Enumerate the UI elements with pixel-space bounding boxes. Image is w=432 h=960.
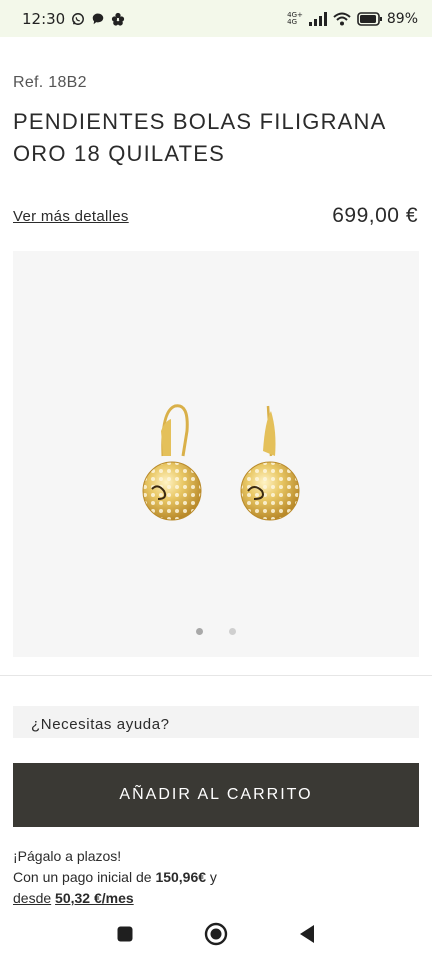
financing-initial-amount: 150,96€ (155, 869, 207, 885)
product-title: PENDIENTES BOLAS FILIGRANA ORO 18 QUILAT… (13, 109, 386, 166)
help-section[interactable]: ¿Necesitas ayuda? (13, 706, 419, 738)
back-triangle-icon[interactable] (298, 924, 316, 944)
financing-info: ¡Págalo a plazos! Con un pago inicial de… (13, 846, 419, 909)
status-bar: 12:30 4G+ 4G 89% (0, 0, 432, 37)
right-earring (240, 405, 300, 521)
financing-monthly-amount[interactable]: 50,32 €/mes (55, 890, 134, 906)
product-price: 699,00 € (332, 204, 418, 227)
financing-monthly-line[interactable]: desde 50,32 €/mes (13, 888, 419, 909)
financing-headline: ¡Págalo a plazos! (13, 848, 122, 864)
financing-monthly-prefix[interactable]: desde (13, 890, 51, 906)
status-time: 12:30 (22, 9, 66, 28)
help-label: ¿Necesitas ayuda? (31, 716, 170, 733)
details-link[interactable]: Ver más detalles (13, 208, 129, 225)
network-label: 4G+ 4G (287, 11, 303, 26)
product-reference: Ref. 18B2 (13, 74, 87, 91)
product-gallery[interactable] (13, 251, 419, 657)
left-earring (142, 404, 202, 521)
financing-initial-suffix: y (206, 869, 217, 885)
financing-initial-prefix: Con un pago inicial de (13, 869, 156, 885)
add-to-cart-button[interactable]: AÑADIR AL CARRITO (13, 763, 419, 827)
flower-app-icon (112, 12, 125, 26)
battery: 89% (357, 11, 418, 27)
divider (0, 675, 432, 676)
chat-bubble-icon (92, 13, 104, 24)
battery-icon (357, 11, 382, 26)
status-left: 12:30 (22, 10, 125, 28)
gallery-dot-2[interactable] (229, 628, 236, 635)
home-circle-icon[interactable] (204, 922, 228, 946)
system-nav-bar (0, 908, 432, 960)
gallery-dot-1[interactable] (196, 628, 203, 635)
earrings-image (142, 404, 300, 521)
network-bottom: 4G (287, 17, 298, 26)
signal-icon (308, 11, 327, 26)
gallery-pagination (13, 628, 419, 635)
whatsapp-icon (72, 12, 85, 25)
status-right: 4G+ 4G 89% (287, 11, 418, 27)
financing-initial-line: Con un pago inicial de 150,96€ y (13, 867, 419, 888)
wifi-icon (333, 12, 351, 25)
battery-percent: 89% (386, 10, 418, 27)
recents-square-icon[interactable] (116, 925, 134, 943)
